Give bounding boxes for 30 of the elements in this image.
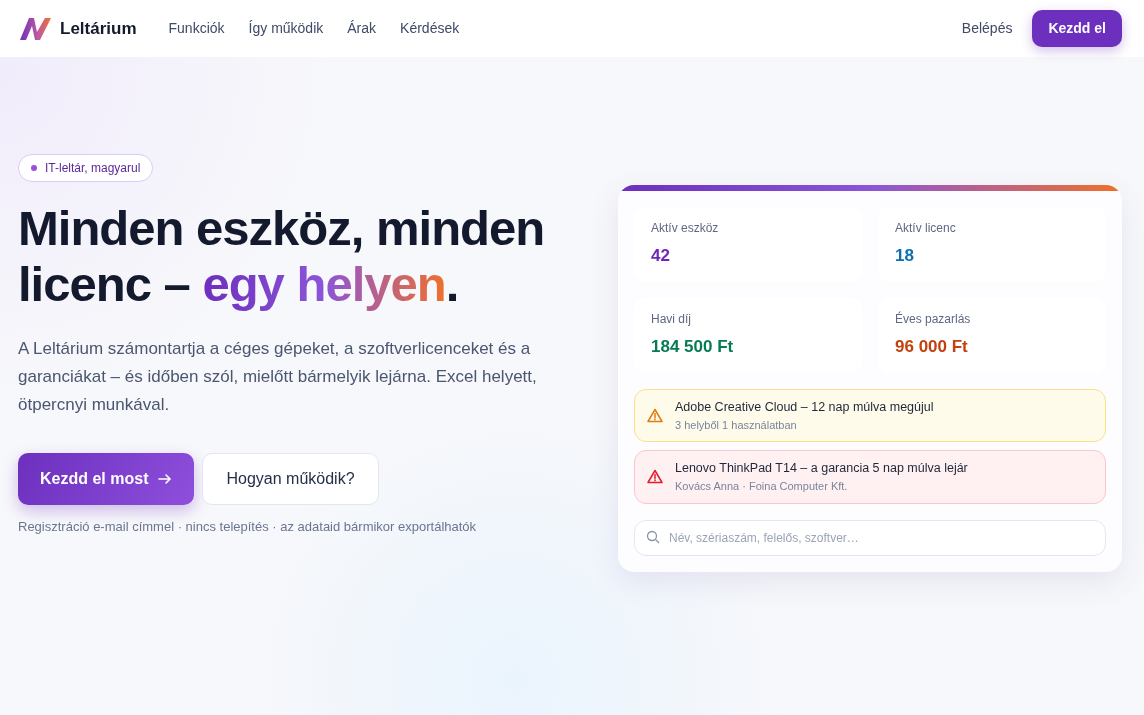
nav-link[interactable]: Funkciók [168, 18, 225, 39]
stat-value: 184 500 Ft [651, 336, 735, 358]
stat-label: Aktív eszköz [651, 220, 720, 237]
signup-note: Regisztráció e-mail címmel · nincs telepítés · az adataid bármikor exportálhatók [18, 517, 478, 536]
nav-link[interactable]: Árak [347, 18, 377, 39]
how-it-works-button[interactable]: Hogyan működik? [202, 452, 379, 505]
stat-value: 18 [895, 245, 915, 267]
nav-link[interactable]: Kérdések [400, 18, 460, 39]
headline: Minden eszköz, minden licenc – egy helyen. [18, 200, 546, 313]
start-button[interactable]: Kezdd el [1032, 10, 1122, 47]
logo-icon [18, 15, 52, 42]
nav-link[interactable]: Így működik [248, 18, 324, 39]
alert-detail: 3 helyből 1 használatban [675, 417, 798, 433]
stat-label: Havi díj [651, 311, 692, 328]
warning-icon [647, 408, 663, 424]
brand-name[interactable]: Leltárium [60, 15, 137, 42]
start-now-button[interactable]: Kezdd el most [18, 452, 195, 505]
alert-detail: Kovács Anna · Foina Computer Kft. [675, 479, 849, 494]
arrow-right-icon [158, 472, 173, 485]
alert-title: Lenovo ThinkPad T14 – a garancia 5 nap múlva lejár [675, 460, 968, 478]
stat-value: 42 [651, 245, 671, 267]
stat-label: Éves pazarlás [895, 310, 972, 328]
search-field[interactable]: Név, szériaszám, felelős, szoftver… [634, 519, 1106, 556]
tagline-badge: IT-leltár, magyarul [18, 154, 154, 182]
stat-label: Aktív licenc [895, 220, 957, 237]
login-link[interactable]: Belépés [961, 18, 1013, 39]
alert-title: Adobe Creative Cloud – 12 nap múlva megújul [675, 399, 934, 416]
warning-icon [647, 469, 663, 485]
hero-description: A Leltárium számontartja a céges gépeket, a szoftverlicenceket és a garanciákat – és időben szól, mielőtt bármelyik lejárna. Excel helyett, ötpercnyi munkával. [18, 337, 538, 416]
stat-value: 96 000 Ft [895, 336, 969, 358]
